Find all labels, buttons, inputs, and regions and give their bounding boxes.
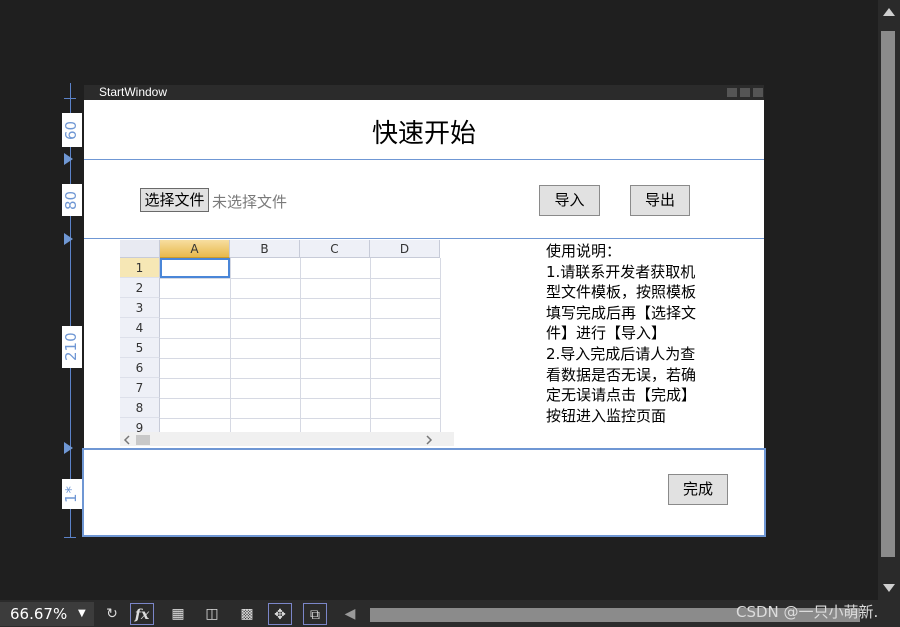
active-cell[interactable] [160,258,230,278]
grid-line [160,338,440,339]
refresh-icon[interactable]: ↻ [100,603,124,625]
import-button[interactable]: 导入 [539,185,600,216]
row-header[interactable]: 3 [120,298,160,318]
grid-line [160,298,440,299]
grid-line [160,318,440,319]
grid-line [230,258,231,432]
file-status: 未选择文件 [212,193,288,211]
designer-scroll-thumb[interactable] [881,31,895,557]
row-ruler [70,83,71,538]
fx-toggle-icon[interactable]: fx [130,603,154,625]
row-header[interactable]: 8 [120,398,160,418]
zoom-value: 66.67% [10,605,68,623]
row-splitter-arrow[interactable] [64,442,73,454]
column-header[interactable]: B [230,240,300,258]
row-header[interactable]: 9 [120,418,160,432]
row-header[interactable]: 4 [120,318,160,338]
close-icon[interactable] [753,88,763,97]
row-header[interactable]: 6 [120,358,160,378]
row-height-80[interactable]: 80 [62,184,82,216]
sheet-horizontal-scrollbar[interactable] [120,432,454,446]
select-all-corner[interactable] [120,240,160,258]
selected-grid-row[interactable] [82,448,766,537]
device-preview-icon[interactable]: ◫ [200,603,224,625]
grid-line [160,278,440,279]
grid-row-divider [84,159,764,160]
checkerboard-icon[interactable]: ▩ [235,603,259,625]
row-height-star[interactable]: 1* [62,479,82,509]
window-title: StartWindow [99,85,168,99]
column-header[interactable]: D [370,240,440,258]
choose-file-button[interactable]: 选择文件 [140,188,209,212]
layout-icon[interactable]: ⧉ [303,603,327,625]
zoom-level[interactable]: 66.67% ▼ [0,602,94,626]
chevron-down-icon[interactable]: ▼ [78,602,86,626]
scroll-left-icon[interactable]: ◀ [338,603,362,625]
grid-line [370,258,371,432]
grid-line [300,258,301,432]
snap-icon[interactable]: ✥ [268,603,292,625]
minimize-icon[interactable] [727,88,737,97]
grid-row-divider [84,238,764,239]
column-header[interactable]: C [300,240,370,258]
grid-line [160,398,440,399]
row-header[interactable]: 5 [120,338,160,358]
watermark: CSDN @一只小萌新. [736,603,879,621]
scroll-arrows-icon [123,435,433,445]
grid-icon[interactable]: ▦ [166,603,190,625]
page-title: 快速开始 [371,119,476,149]
usage-instructions: 使用说明： 1.请联系开发者获取机 型文件模板，按照模板 填写完成后再【选择文 … [546,242,697,425]
ruler-tick [64,98,76,99]
row-height-60[interactable]: 60 [62,113,82,147]
column-header[interactable]: A [160,240,230,258]
window-titlebar: StartWindow [84,85,764,100]
spreadsheet[interactable]: A B C D 1 2 3 4 5 6 7 8 9 [120,240,454,432]
grid-line [160,418,440,419]
grid-line [160,378,440,379]
row-header[interactable]: 7 [120,378,160,398]
maximize-icon[interactable] [740,88,750,97]
ruler-tick [64,537,76,538]
grid-line [160,358,440,359]
grid-line [440,258,441,432]
row-height-210[interactable]: 210 [62,326,82,368]
row-header[interactable]: 1 [120,258,160,278]
row-splitter-arrow[interactable] [64,233,73,245]
export-button[interactable]: 导出 [630,185,690,216]
row-splitter-arrow[interactable] [64,153,73,165]
row-header[interactable]: 2 [120,278,160,298]
